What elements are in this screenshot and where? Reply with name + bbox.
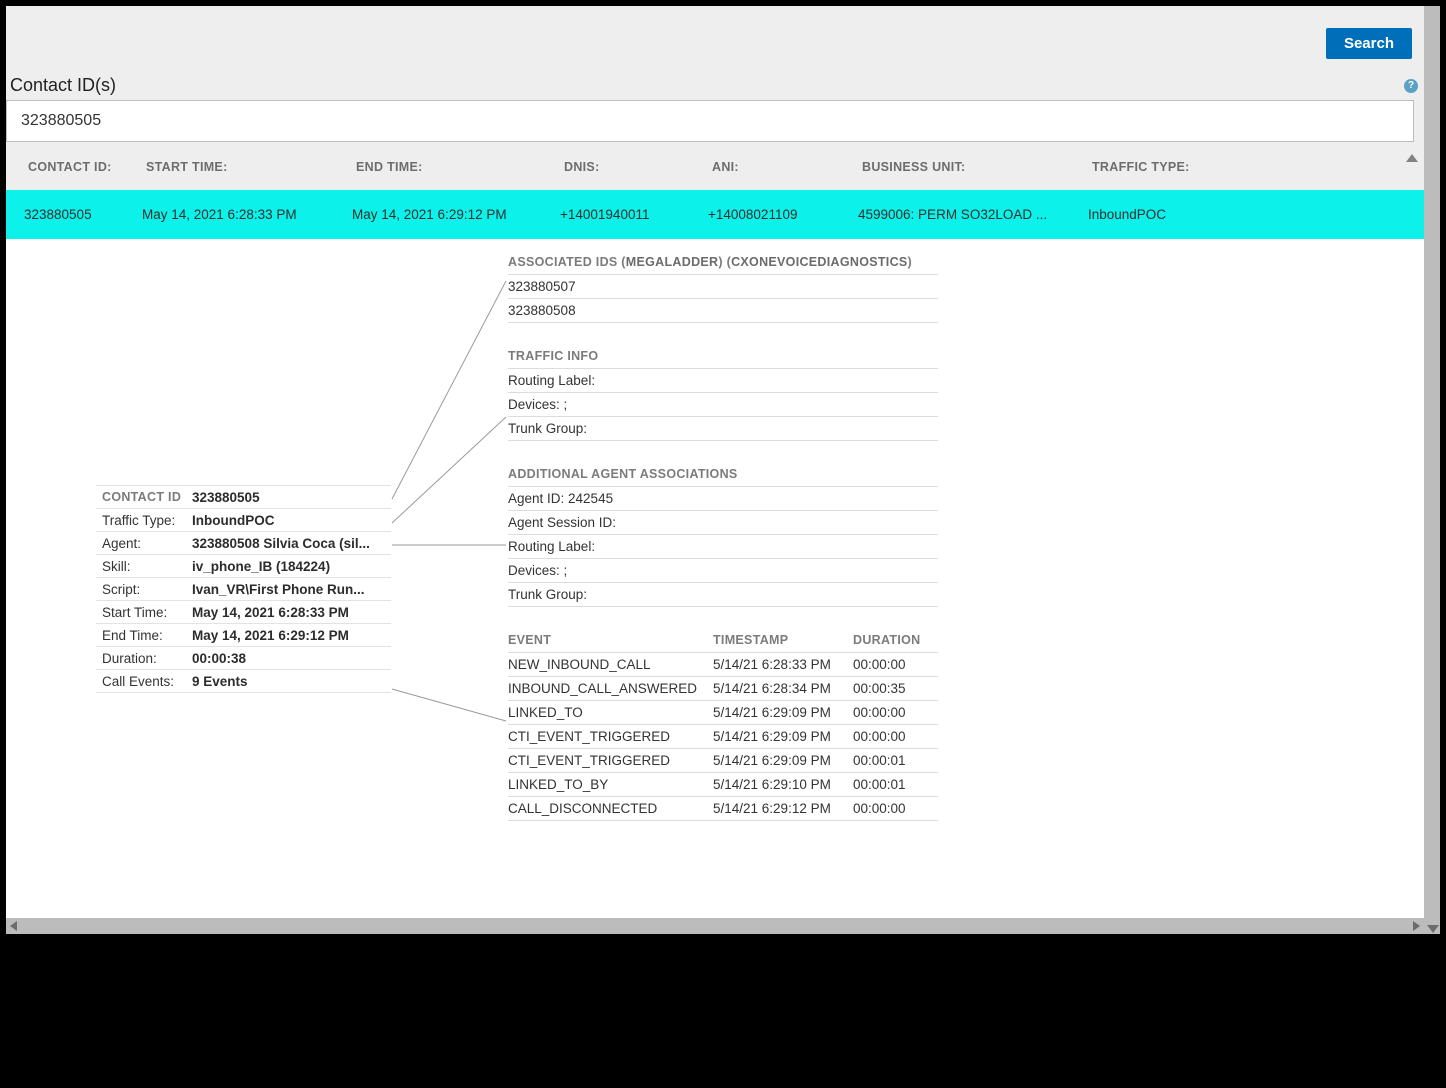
app-window: Search Contact ID(s) ? CONTACT ID: START…	[6, 6, 1440, 934]
event-name: LINKED_TO	[508, 705, 713, 720]
scroll-left-icon[interactable]	[10, 921, 17, 931]
agent-assoc-devices: Devices: ;	[508, 559, 938, 583]
traffic-trunk-group: Trunk Group:	[508, 417, 938, 441]
search-button[interactable]: Search	[1326, 28, 1412, 59]
event-duration: 00:00:01	[853, 777, 933, 792]
event-row[interactable]: CTI_EVENT_TRIGGERED5/14/21 6:29:09 PM00:…	[508, 725, 938, 749]
scroll-down-icon[interactable]	[1427, 925, 1439, 933]
content-region: Search Contact ID(s) ? CONTACT ID: START…	[6, 6, 1440, 934]
summary-script-value: Ivan_VR\First Phone Run...	[192, 582, 385, 597]
grid-header: CONTACT ID: START TIME: END TIME: DNIS: …	[6, 142, 1424, 190]
cell-dnis: +14001940011	[560, 207, 708, 222]
event-name: INBOUND_CALL_ANSWERED	[508, 681, 713, 696]
contact-ids-label: Contact ID(s)	[10, 75, 116, 96]
event-row[interactable]: LINKED_TO5/14/21 6:29:09 PM00:00:00	[508, 701, 938, 725]
agent-assoc-trunk-group: Trunk Group:	[508, 583, 938, 607]
traffic-devices: Devices: ;	[508, 393, 938, 417]
col-header-business-unit[interactable]: BUSINESS UNIT:	[862, 160, 1092, 174]
summary-traffic-type-value[interactable]: InboundPOC	[192, 513, 385, 528]
summary-skill-value: iv_phone_IB (184224)	[192, 559, 385, 574]
events-header-row: EVENT TIMESTAMP DURATION	[508, 633, 938, 653]
event-timestamp: 5/14/21 6:29:10 PM	[713, 777, 853, 792]
cell-traffic-type: InboundPOC	[1088, 207, 1208, 222]
agent-assoc-agent-id: Agent ID: 242545	[508, 487, 938, 511]
horizontal-scrollbar[interactable]	[6, 918, 1424, 934]
event-timestamp: 5/14/21 6:29:09 PM	[713, 729, 853, 744]
event-name: CTI_EVENT_TRIGGERED	[508, 753, 713, 768]
col-header-start-time[interactable]: START TIME:	[146, 160, 356, 174]
detail-area: CONTACT ID 323880505 Traffic Type: Inbou…	[6, 239, 1424, 934]
summary-end-time-value: May 14, 2021 6:29:12 PM	[192, 628, 385, 643]
event-duration: 00:00:00	[853, 657, 933, 672]
summary-script-label: Script:	[102, 582, 192, 597]
event-duration: 00:00:00	[853, 729, 933, 744]
event-duration: 00:00:00	[853, 801, 933, 816]
traffic-routing-label: Routing Label:	[508, 369, 938, 393]
summary-call-events-label: Call Events:	[102, 674, 192, 689]
col-header-dnis[interactable]: DNIS:	[564, 160, 712, 174]
events-header-duration: DURATION	[853, 633, 933, 647]
event-timestamp: 5/14/21 6:29:09 PM	[713, 705, 853, 720]
event-name: LINKED_TO_BY	[508, 777, 713, 792]
event-timestamp: 5/14/21 6:29:09 PM	[713, 753, 853, 768]
contact-ids-input[interactable]	[6, 100, 1414, 142]
summary-skill-label: Skill:	[102, 559, 192, 574]
summary-end-time-label: End Time:	[102, 628, 192, 643]
event-row[interactable]: CALL_DISCONNECTED5/14/21 6:29:12 PM00:00…	[508, 797, 938, 821]
col-header-ani[interactable]: ANI:	[712, 160, 862, 174]
grid-row-selected[interactable]: 323880505 May 14, 2021 6:28:33 PM May 14…	[6, 190, 1424, 239]
help-icon[interactable]: ?	[1404, 79, 1418, 93]
summary-start-time-value: May 14, 2021 6:28:33 PM	[192, 605, 385, 620]
event-name: CTI_EVENT_TRIGGERED	[508, 729, 713, 744]
cell-ani: +14008021109	[708, 207, 858, 222]
event-duration: 00:00:01	[853, 753, 933, 768]
agent-assoc-heading: ADDITIONAL AGENT ASSOCIATIONS	[508, 467, 938, 487]
event-duration: 00:00:35	[853, 681, 933, 696]
summary-agent-label: Agent:	[102, 536, 192, 551]
scroll-right-icon[interactable]	[1413, 921, 1420, 931]
event-name: NEW_INBOUND_CALL	[508, 657, 713, 672]
col-header-end-time[interactable]: END TIME:	[356, 160, 564, 174]
summary-traffic-type-label: Traffic Type:	[102, 513, 192, 528]
event-row[interactable]: LINKED_TO_BY5/14/21 6:29:10 PM00:00:01	[508, 773, 938, 797]
associated-id[interactable]: 323880508	[508, 299, 938, 323]
traffic-info-heading: TRAFFIC INFO	[508, 349, 938, 369]
associated-id[interactable]: 323880507	[508, 275, 938, 299]
summary-start-time-label: Start Time:	[102, 605, 192, 620]
summary-duration-label: Duration:	[102, 651, 192, 666]
event-timestamp: 5/14/21 6:29:12 PM	[713, 801, 853, 816]
summary-call-events-value[interactable]: 9 Events	[192, 674, 385, 689]
agent-assoc-routing-label: Routing Label:	[508, 535, 938, 559]
summary-duration-value: 00:00:38	[192, 651, 385, 666]
contact-summary-card: CONTACT ID 323880505 Traffic Type: Inbou…	[96, 485, 391, 693]
agent-assoc-session-id: Agent Session ID:	[508, 511, 938, 535]
event-name: CALL_DISCONNECTED	[508, 801, 713, 816]
event-timestamp: 5/14/21 6:28:33 PM	[713, 657, 853, 672]
sort-up-icon[interactable]	[1406, 154, 1418, 162]
cell-contact-id: 323880505	[24, 207, 142, 222]
events-header-event: EVENT	[508, 633, 713, 647]
cell-business-unit: 4599006: PERM SO32LOAD ...	[858, 207, 1088, 222]
associated-ids-heading: ASSOCIATED IDS (MEGALADDER) (CXONEVOICED…	[508, 255, 938, 275]
col-header-contact-id[interactable]: CONTACT ID:	[28, 160, 146, 174]
detail-right-column: ASSOCIATED IDS (MEGALADDER) (CXONEVOICED…	[508, 255, 938, 821]
summary-header-label: CONTACT ID	[102, 490, 192, 505]
summary-agent-value[interactable]: 323880508 Silvia Coca (sil...	[192, 536, 385, 551]
event-row[interactable]: INBOUND_CALL_ANSWERED5/14/21 6:28:34 PM0…	[508, 677, 938, 701]
event-row[interactable]: NEW_INBOUND_CALL5/14/21 6:28:33 PM00:00:…	[508, 653, 938, 677]
cell-end-time: May 14, 2021 6:29:12 PM	[352, 207, 560, 222]
event-timestamp: 5/14/21 6:28:34 PM	[713, 681, 853, 696]
events-header-timestamp: TIMESTAMP	[713, 633, 853, 647]
cell-start-time: May 14, 2021 6:28:33 PM	[142, 207, 352, 222]
event-duration: 00:00:00	[853, 705, 933, 720]
toolbar-area: Search Contact ID(s) ?	[6, 6, 1424, 142]
col-header-traffic-type[interactable]: TRAFFIC TYPE:	[1092, 160, 1212, 174]
summary-header-value[interactable]: 323880505	[192, 490, 385, 505]
event-row[interactable]: CTI_EVENT_TRIGGERED5/14/21 6:29:09 PM00:…	[508, 749, 938, 773]
